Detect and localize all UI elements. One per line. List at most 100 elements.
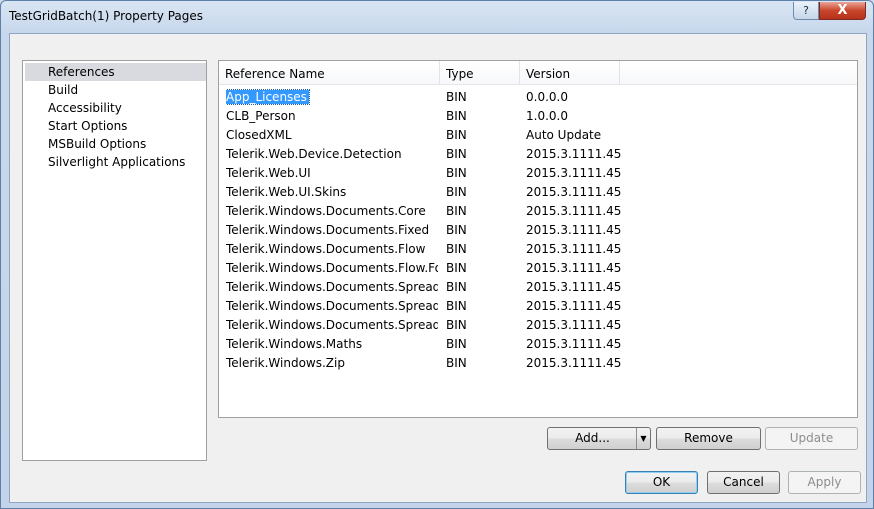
nav-item-build[interactable]: Build	[25, 81, 206, 99]
cell-text: BIN	[446, 242, 467, 256]
add-button-label: Add...	[575, 431, 610, 445]
cell-reference-name: Telerik.Web.UI.Skins	[226, 183, 438, 202]
cell-text: Telerik.Web.UI	[226, 166, 311, 180]
cell-text: 2015.3.1111.45	[526, 299, 622, 313]
table-row[interactable]: Telerik.Web.Device.Detection BIN 2015.3.11…	[219, 145, 857, 164]
table-row[interactable]: Telerik.Windows.Documents.Flow BIN 2015.3.…	[219, 240, 857, 259]
cell-reference-name: Telerik.Windows.Documents.Flow	[226, 240, 438, 259]
cell-text: 2015.3.1111.45	[526, 337, 622, 351]
cell-version: 2015.3.1111.45	[526, 259, 636, 278]
column-header-version[interactable]: Version	[520, 61, 620, 85]
cell-type: BIN	[446, 88, 518, 107]
close-button[interactable]: X	[819, 2, 866, 20]
cell-text: BIN	[446, 356, 467, 370]
dropdown-arrow-icon[interactable]: ▼	[636, 428, 650, 449]
table-row[interactable]: Telerik.Windows.Maths BIN 2015.3.1111.45	[219, 335, 857, 354]
cell-type: BIN	[446, 107, 518, 126]
cell-version: 1.0.0.0	[526, 107, 636, 126]
cell-reference-name: CLB_Person	[226, 107, 438, 126]
cell-reference-name: App_Licenses	[226, 88, 438, 107]
cell-version: Auto Update	[526, 126, 636, 145]
cell-version: 2015.3.1111.45	[526, 221, 636, 240]
cell-reference-name: Telerik.Windows.Documents.Core	[226, 202, 438, 221]
cell-reference-name: Telerik.Windows.Documents.Spreadsh...	[226, 278, 438, 297]
table-row[interactable]: Telerik.Windows.Zip BIN 2015.3.1111.45	[219, 354, 857, 373]
cell-text: Telerik.Windows.Documents.Flow	[226, 242, 426, 256]
table-row[interactable]: Telerik.Windows.Documents.Spreadsh... BIN…	[219, 316, 857, 335]
help-button[interactable]: ?	[793, 2, 819, 20]
nav-item-msbuild-options[interactable]: MSBuild Options	[25, 135, 206, 153]
cell-type: BIN	[446, 316, 518, 335]
table-row[interactable]: Telerik.Web.UI BIN 2015.3.1111.45	[219, 164, 857, 183]
cell-version: 0.0.0.0	[526, 88, 636, 107]
cell-text: Telerik.Windows.Maths	[226, 337, 363, 351]
cell-text: 2015.3.1111.45	[526, 318, 622, 332]
table-row[interactable]: Telerik.Windows.Documents.Flow.For... BIN…	[219, 259, 857, 278]
cell-text: BIN	[446, 147, 467, 161]
cell-text: Telerik.Windows.Documents.Spreadsh...	[226, 318, 438, 332]
table-row[interactable]: Telerik.Windows.Documents.Spreadsh... BIN…	[219, 278, 857, 297]
apply-button[interactable]: Apply	[788, 471, 861, 494]
table-row[interactable]: CLB_Person BIN 1.0.0.0	[219, 107, 857, 126]
cell-type: BIN	[446, 221, 518, 240]
nav-item-silverlight-applications[interactable]: Silverlight Applications	[25, 153, 206, 171]
nav-item-references[interactable]: References	[25, 63, 206, 81]
cell-text: 0.0.0.0	[526, 90, 568, 104]
nav-item-accessibility[interactable]: Accessibility	[25, 99, 206, 117]
cell-version: 2015.3.1111.45	[526, 297, 636, 316]
cell-text: 2015.3.1111.45	[526, 356, 622, 370]
cell-type: BIN	[446, 164, 518, 183]
cell-type: BIN	[446, 278, 518, 297]
nav-item-start-options[interactable]: Start Options	[25, 117, 206, 135]
cell-version: 2015.3.1111.45	[526, 278, 636, 297]
cell-text: 2015.3.1111.45	[526, 223, 622, 237]
table-row[interactable]: App_Licenses BIN 0.0.0.0	[219, 88, 857, 107]
cell-version: 2015.3.1111.45	[526, 164, 636, 183]
ok-button[interactable]: OK	[625, 471, 698, 494]
cell-version: 2015.3.1111.45	[526, 354, 636, 373]
cell-version: 2015.3.1111.45	[526, 202, 636, 221]
cancel-button[interactable]: Cancel	[707, 471, 780, 494]
category-nav-list: References Build Accessibility Start Opt…	[22, 60, 207, 461]
cell-text: BIN	[446, 90, 467, 104]
cell-text: Telerik.Web.Device.Detection	[226, 147, 402, 161]
cell-text: 2015.3.1111.45	[526, 204, 622, 218]
cell-text: CLB_Person	[226, 109, 296, 123]
cell-version: 2015.3.1111.45	[526, 183, 636, 202]
cell-reference-name: Telerik.Web.UI	[226, 164, 438, 183]
cell-reference-name: Telerik.Windows.Documents.Flow.For...	[226, 259, 438, 278]
cell-type: BIN	[446, 183, 518, 202]
window-title: TestGridBatch(1) Property Pages	[9, 9, 204, 23]
cell-text: 2015.3.1111.45	[526, 261, 622, 275]
cell-text: BIN	[446, 128, 467, 142]
cell-text: BIN	[446, 299, 467, 313]
cell-text: App_Licenses	[226, 89, 310, 105]
cell-text: BIN	[446, 337, 467, 351]
cell-reference-name: ClosedXML	[226, 126, 438, 145]
update-button[interactable]: Update	[765, 427, 858, 450]
column-header-type[interactable]: Type	[440, 61, 520, 85]
add-button[interactable]: Add... ▼	[547, 427, 651, 450]
cell-type: BIN	[446, 145, 518, 164]
table-row[interactable]: Telerik.Windows.Documents.Core BIN 2015.3.…	[219, 202, 857, 221]
cell-text: Telerik.Windows.Documents.Flow.For...	[226, 261, 438, 275]
column-header-reference-name[interactable]: Reference Name	[219, 61, 440, 85]
cell-text: BIN	[446, 109, 467, 123]
cell-text: Telerik.Windows.Documents.Spreadsh...	[226, 299, 438, 313]
cell-text: ClosedXML	[226, 128, 292, 142]
table-row[interactable]: Telerik.Windows.Documents.Spreadsh... BIN…	[219, 297, 857, 316]
cell-text: Telerik.Windows.Documents.Fixed	[226, 223, 430, 237]
close-icon: X	[837, 3, 848, 18]
cell-type: BIN	[446, 202, 518, 221]
table-row[interactable]: Telerik.Windows.Documents.Fixed BIN 2015.3…	[219, 221, 857, 240]
cell-reference-name: Telerik.Windows.Zip	[226, 354, 438, 373]
cell-text: 2015.3.1111.45	[526, 147, 622, 161]
remove-button[interactable]: Remove	[656, 427, 761, 450]
dialog-client-area: References Build Accessibility Start Opt…	[9, 33, 867, 503]
table-row[interactable]: Telerik.Web.UI.Skins BIN 2015.3.1111.45	[219, 183, 857, 202]
references-list[interactable]: Reference Name Type Version App_Licenses…	[218, 60, 858, 418]
cell-text: Telerik.Windows.Zip	[226, 356, 345, 370]
cell-reference-name: Telerik.Windows.Maths	[226, 335, 438, 354]
cell-text: BIN	[446, 166, 467, 180]
table-row[interactable]: ClosedXML BIN Auto Update	[219, 126, 857, 145]
